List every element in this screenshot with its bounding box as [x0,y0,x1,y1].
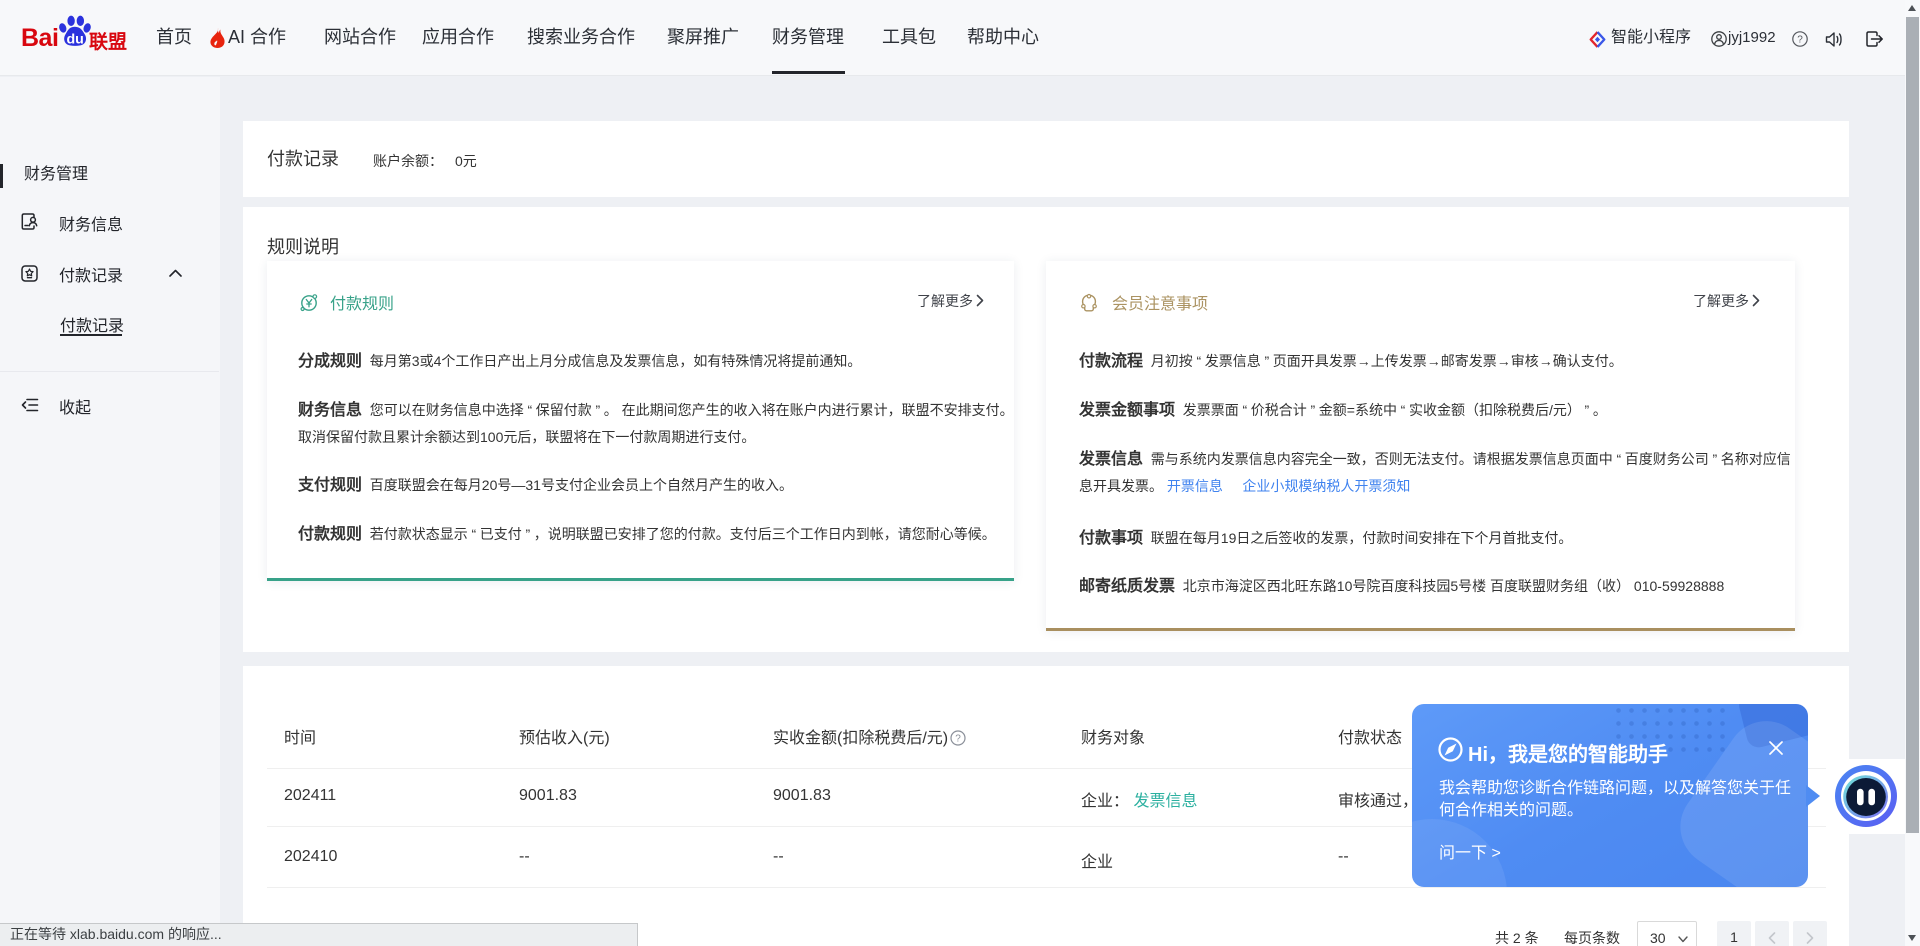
svg-text:?: ? [955,734,961,745]
svg-text:du: du [66,31,83,47]
svg-text:?: ? [1797,35,1803,46]
